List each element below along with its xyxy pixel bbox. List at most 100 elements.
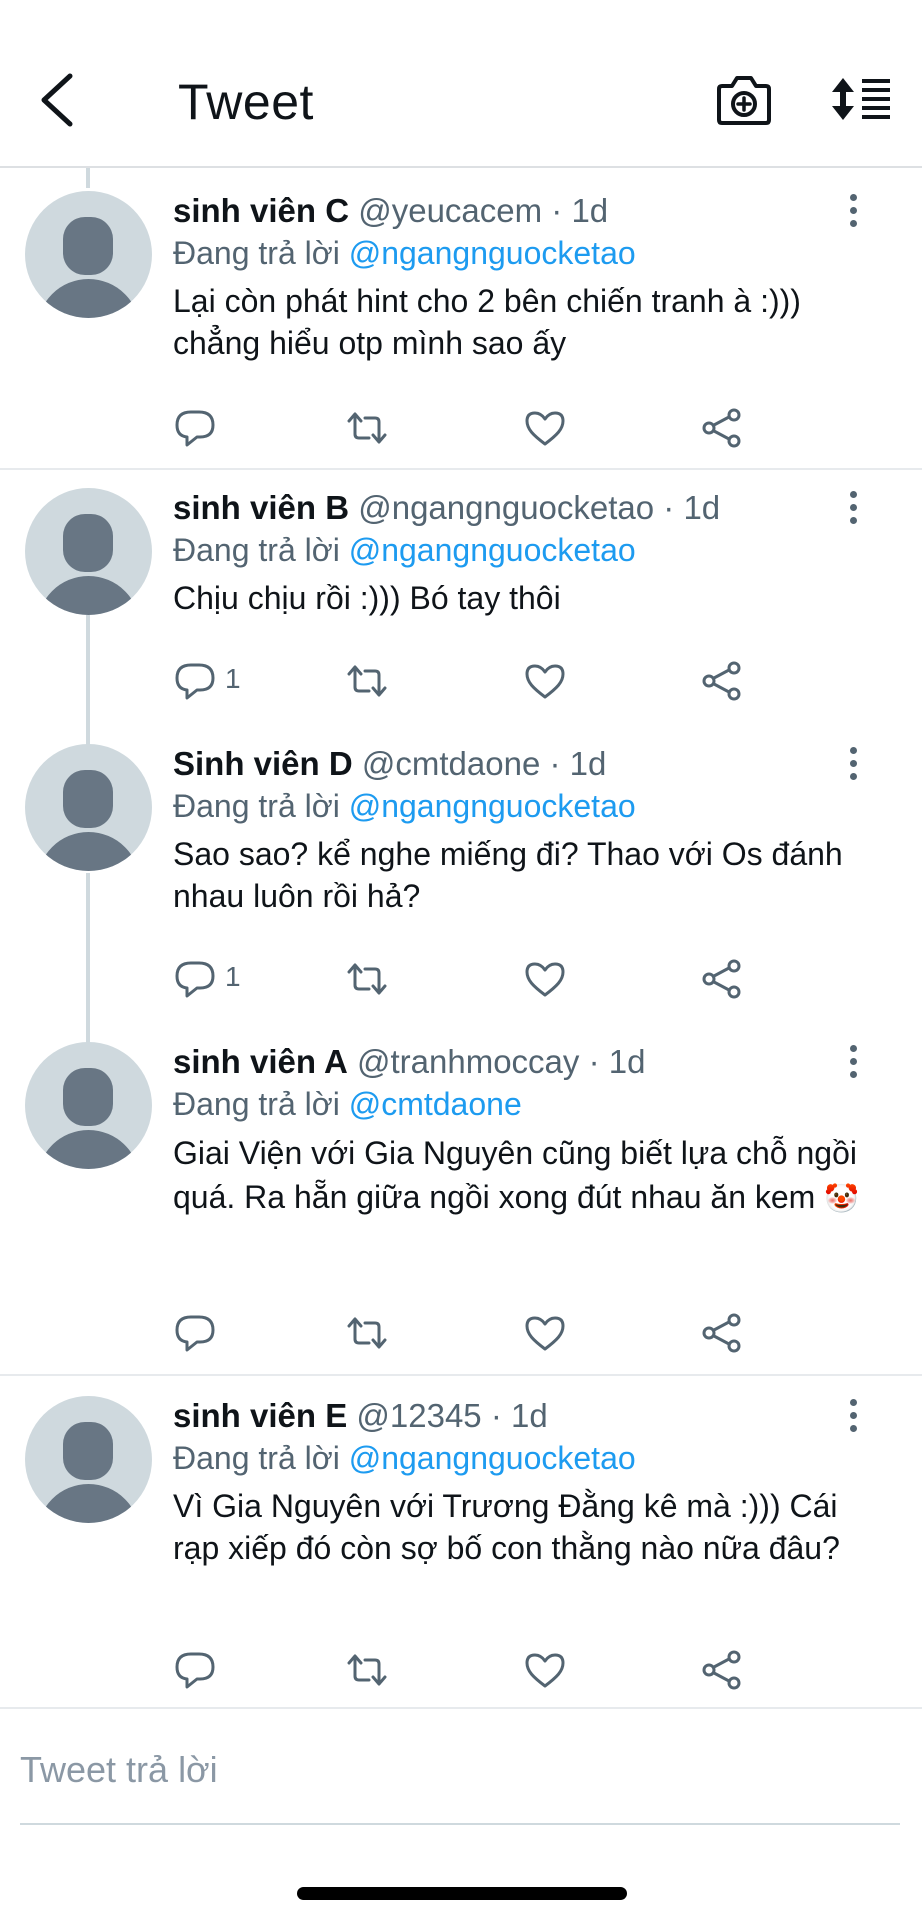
tweet-actions xyxy=(0,406,922,456)
share-button[interactable] xyxy=(700,406,744,450)
retweet-button[interactable] xyxy=(345,957,389,1001)
tweet-item[interactable]: sinh viên A @tranhmoccay · 1d Đang trả l… xyxy=(0,1019,922,1374)
mention-link[interactable]: @cmtdaone xyxy=(349,1086,522,1122)
reply-icon xyxy=(175,410,215,447)
camera-icon[interactable] xyxy=(716,74,772,126)
tweet-item[interactable]: sinh viên C @yeucacem · 1d Đang trả lời … xyxy=(0,168,922,468)
tweet-actions: 1 xyxy=(0,957,922,1007)
avatar[interactable] xyxy=(25,488,152,615)
share-icon xyxy=(702,408,741,448)
reply-input[interactable]: Tweet trả lời xyxy=(20,1735,900,1805)
tweet-text: Chịu chịu rồi :))) Bó tay thôi xyxy=(173,580,561,616)
share-icon xyxy=(702,1313,741,1353)
reply-count: 1 xyxy=(225,663,241,694)
replying-to: Đang trả lời @ngangnguocketao xyxy=(173,235,636,271)
author-handle: @ngangnguocketao xyxy=(358,489,655,526)
sort-icon[interactable] xyxy=(830,76,892,122)
tweet-time: · 1d xyxy=(588,1043,646,1080)
tweet-actions xyxy=(0,1311,922,1361)
tweet-text: Lại còn phát hint cho 2 bên chiến tranh … xyxy=(173,283,801,361)
tweet-text: Giai Viện với Gia Nguyên cũng biết lựa c… xyxy=(173,1135,860,1215)
more-options-icon[interactable] xyxy=(843,1045,863,1081)
reply-button[interactable] xyxy=(173,1311,217,1355)
retweet-button[interactable] xyxy=(345,1311,389,1355)
author-name: sinh viên C xyxy=(173,192,350,229)
share-button[interactable] xyxy=(700,1311,744,1355)
replying-to: Đang trả lời @ngangnguocketao xyxy=(173,532,636,568)
tweet-text: Vì Gia Nguyên với Trương Đằng kê mà :)))… xyxy=(173,1488,840,1566)
tweet-time: · 1d xyxy=(551,192,609,229)
reply-button[interactable] xyxy=(173,406,217,450)
divider xyxy=(0,1707,922,1709)
reply-icon xyxy=(175,961,215,998)
avatar[interactable] xyxy=(25,1396,152,1523)
avatar[interactable] xyxy=(25,191,152,318)
reply-icon xyxy=(175,1652,215,1689)
replying-to: Đang trả lời @ngangnguocketao xyxy=(173,1440,636,1476)
mention-link[interactable]: @ngangnguocketao xyxy=(349,1440,636,1476)
heart-icon xyxy=(525,962,565,997)
author-name: sinh viên B xyxy=(173,489,350,526)
retweet-button[interactable] xyxy=(345,659,389,703)
mention-link[interactable]: @ngangnguocketao xyxy=(349,235,636,271)
share-button[interactable] xyxy=(700,659,744,703)
tweet-actions: 1 xyxy=(0,659,922,709)
tweet-time: · 1d xyxy=(490,1397,548,1434)
reply-button[interactable]: 1 xyxy=(173,957,241,1001)
back-arrow-icon[interactable] xyxy=(30,70,90,130)
more-options-icon[interactable] xyxy=(843,194,863,230)
share-icon xyxy=(702,1650,741,1690)
share-button[interactable] xyxy=(700,1648,744,1692)
tweet-item[interactable]: sinh viên E @12345 · 1d Đang trả lời @ng… xyxy=(0,1373,922,1709)
author-handle: @tranhmoccay xyxy=(357,1043,580,1080)
avatar[interactable] xyxy=(25,744,152,871)
top-bar: Tweet xyxy=(0,0,922,168)
mention-link[interactable]: @ngangnguocketao xyxy=(349,788,636,824)
share-icon xyxy=(702,661,741,701)
replying-to: Đang trả lời @ngangnguocketao xyxy=(173,788,636,824)
retweet-icon xyxy=(347,1317,387,1349)
heart-icon xyxy=(525,1653,565,1688)
author-name: sinh viên A xyxy=(173,1043,348,1080)
home-indicator[interactable] xyxy=(297,1887,627,1900)
more-options-icon[interactable] xyxy=(843,491,863,527)
like-button[interactable] xyxy=(523,957,567,1001)
tweet-item[interactable]: sinh viên B @ngangnguocketao · 1d Đang t… xyxy=(0,465,922,720)
tweet-time: · 1d xyxy=(663,489,721,526)
author-handle: @cmtdaone xyxy=(361,745,541,782)
tweet-text: Sao sao? kể nghe miếng đi? Thao với Os đ… xyxy=(173,836,843,914)
author-name: sinh viên E xyxy=(173,1397,348,1434)
tweet-item[interactable]: Sinh viên D @cmtdaone · 1d Đang trả lời … xyxy=(0,721,922,1019)
reply-count: 1 xyxy=(225,961,241,992)
page-title: Tweet xyxy=(178,74,314,130)
replying-to: Đang trả lời @cmtdaone xyxy=(173,1086,522,1122)
clown-emoji: 🤡 xyxy=(824,1182,860,1215)
author-handle: @yeucacem xyxy=(358,192,543,229)
retweet-button[interactable] xyxy=(345,1648,389,1692)
reply-button[interactable] xyxy=(173,1648,217,1692)
author-handle: @12345 xyxy=(356,1397,482,1434)
retweet-icon xyxy=(347,963,387,995)
reply-icon xyxy=(175,1315,215,1352)
more-options-icon[interactable] xyxy=(843,747,863,783)
avatar[interactable] xyxy=(25,1042,152,1169)
retweet-icon xyxy=(347,412,387,444)
like-button[interactable] xyxy=(523,1311,567,1355)
like-button[interactable] xyxy=(523,1648,567,1692)
share-icon xyxy=(702,959,741,999)
tweet-time: · 1d xyxy=(549,745,607,782)
mention-link[interactable]: @ngangnguocketao xyxy=(349,532,636,568)
heart-icon xyxy=(525,1316,565,1351)
retweet-button[interactable] xyxy=(345,406,389,450)
author-name: Sinh viên D xyxy=(173,745,353,782)
share-button[interactable] xyxy=(700,957,744,1001)
like-button[interactable] xyxy=(523,659,567,703)
like-button[interactable] xyxy=(523,406,567,450)
retweet-icon xyxy=(347,665,387,697)
reply-icon xyxy=(175,663,215,700)
heart-icon xyxy=(525,664,565,699)
more-options-icon[interactable] xyxy=(843,1399,863,1435)
tweet-actions xyxy=(0,1648,922,1698)
reply-button[interactable]: 1 xyxy=(173,659,241,703)
divider xyxy=(20,1823,900,1825)
